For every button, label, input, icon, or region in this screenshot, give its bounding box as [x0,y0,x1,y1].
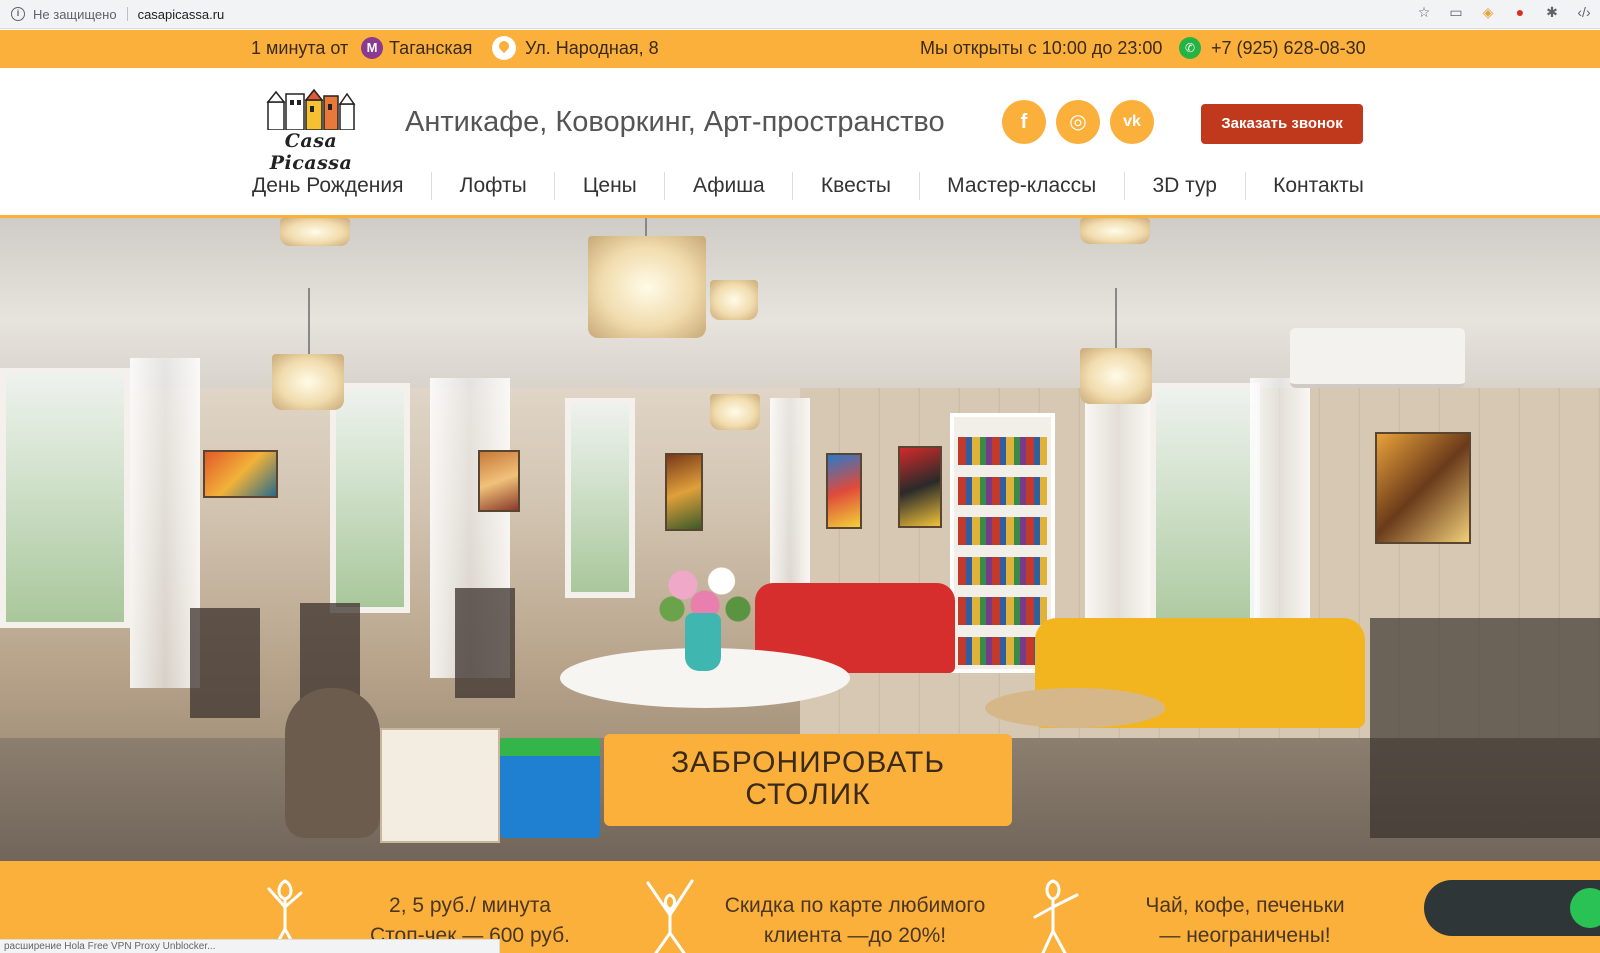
promo-discount-line1: Скидка по карте любимого [724,894,986,917]
bug-icon[interactable]: ✱ [1544,4,1560,20]
vk-icon[interactable]: vk [1110,100,1154,144]
book-table-button[interactable]: ЗАБРОНИРОВАТЬ СТОЛИК [604,734,1012,826]
browser-status-bar: расширение Hola Free VPN Proxy Unblocker… [0,939,500,953]
shelf-row [958,437,1047,465]
shelf-row [958,597,1047,625]
pendant-lamp [280,218,350,246]
lamp-cord [1115,288,1117,350]
site-tagline: Антикафе, Коворкинг, Арт-пространство [405,106,945,138]
waving-figure-icon [1033,879,1079,953]
painting [665,453,703,531]
nav-divider [664,172,666,200]
site-logo[interactable]: Casa Picassa [252,86,370,174]
handmade-crate [380,728,500,843]
painting [898,446,942,528]
curtain [1085,378,1150,658]
browser-address-bar: i Не защищено casapicassa.ru ☆ ▭ ◈ ● ✱ ‹… [0,0,1600,29]
nav-divider [1244,172,1246,200]
vase [685,613,721,671]
nav-item-birthday[interactable]: День Рождения [252,174,403,198]
instagram-icon[interactable]: ◎ [1056,100,1100,144]
promo-tea-line1: Чай, кофе, печеньки [1145,894,1345,917]
top-info-bar: 1 минута от М Таганская Ул. Народная, 8 … [0,30,1600,68]
painting [826,453,862,529]
address-text: Ул. Народная, 8 [525,38,659,58]
blue-box [500,738,600,838]
pendant-lamp [588,236,706,338]
chair [1370,618,1600,838]
info-icon[interactable]: i [11,7,25,21]
promo-price-line1: 2, 5 руб./ минута [389,894,551,917]
painting [478,450,520,512]
shelf-row [958,557,1047,585]
request-call-button[interactable]: Заказать звонок [1201,104,1363,144]
facebook-icon[interactable]: f [1002,100,1046,144]
nav-item-events[interactable]: Афиша [693,174,765,198]
nav-divider [431,172,433,200]
window-middle [565,398,635,598]
shelf-row [958,477,1047,505]
logo-houses-icon [266,88,356,130]
metro-icon: М [361,37,383,59]
opera-icon[interactable]: ● [1512,4,1528,20]
url-text[interactable]: casapicassa.ru [138,7,225,22]
pendant-lamp [710,280,758,320]
nav-divider [1123,172,1125,200]
nav-item-quests[interactable]: Квесты [821,174,891,198]
nav-divider [918,172,920,200]
nav-item-3d-tour[interactable]: 3D тур [1152,174,1216,198]
devtools-icon[interactable]: ‹/› [1576,4,1592,20]
cast-icon[interactable]: ▭ [1448,4,1464,20]
jumping-figure-icon [646,879,694,953]
lamp-cord [645,218,647,236]
chat-widget[interactable] [1424,880,1600,936]
site-header: Casa Picassa Антикафе, Коворкинг, Арт-пр… [0,68,1600,218]
browser-toolbar-icons: ☆ ▭ ◈ ● ✱ ‹/› [1416,4,1592,20]
promo-discount: Скидка по карте любимого клиента —до 20%… [700,891,1010,951]
security-label[interactable]: Не защищено [33,7,117,22]
coffee-table [985,688,1165,728]
painting [203,450,278,498]
window-right [1150,383,1260,643]
extension-icon[interactable]: ◈ [1480,4,1496,20]
pendant-lamp [710,394,760,430]
metro-distance: 1 минута от [251,38,349,58]
shelf-row [958,637,1047,665]
nav-item-prices[interactable]: Цены [583,174,637,198]
main-nav: День Рождения Лофты Цены Афиша Квесты Ма… [252,168,1364,204]
window-left-2 [330,383,410,613]
nav-item-masterclasses[interactable]: Мастер-классы [947,174,1096,198]
window-left [0,368,130,628]
opening-hours: Мы открыты с 10:00 до 23:00 [920,38,1163,58]
location-pin-icon [492,36,516,60]
promo-tea: Чай, кофе, печеньки — неограничены! [1115,891,1375,951]
pendant-lamp [1080,218,1150,244]
book-button-line1: ЗАБРОНИРОВАТЬ [670,746,946,779]
chair [455,588,515,698]
promo-discount-line2: клиента —до 20%! [763,924,947,947]
star-icon[interactable]: ☆ [1416,4,1432,20]
book-button-line2: СТОЛИК [745,778,871,811]
pendant-lamp [1080,348,1152,404]
shelf-row [958,517,1047,545]
address-separator [126,7,128,21]
chat-icon[interactable] [1570,888,1600,928]
nav-divider [792,172,794,200]
nav-item-lofts[interactable]: Лофты [460,174,527,198]
painting [1375,432,1471,544]
hero-interior-photo: ЗАБРОНИРОВАТЬ СТОЛИК [0,218,1600,861]
whatsapp-icon[interactable]: ✆ [1179,37,1201,59]
promo-tea-line2: — неограничены! [1159,924,1331,947]
pendant-lamp [272,354,344,410]
metro-station: Таганская [389,38,473,58]
teddy-bear [285,688,380,838]
lamp-cord [308,288,310,356]
chair [190,608,260,718]
phone-link[interactable]: +7 (925) 628-08-30 [1211,38,1366,59]
air-conditioner [1290,328,1465,388]
nav-divider [554,172,556,200]
nav-item-contacts[interactable]: Контакты [1273,174,1364,198]
